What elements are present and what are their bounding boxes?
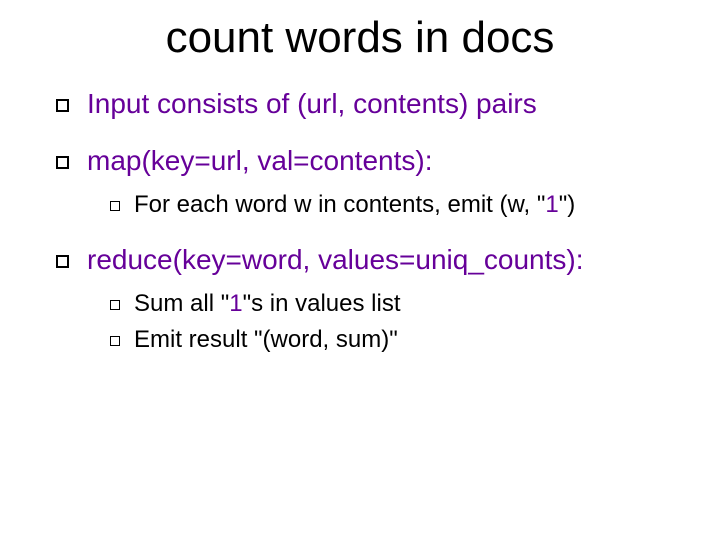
- square-subbullet-icon: [110, 201, 120, 211]
- bullet-input-pairs: Input consists of (url, contents) pairs: [56, 86, 672, 121]
- text-reduce: reduce(key=word, values=uniq_counts):: [87, 242, 584, 277]
- subbullet-map-emit: For each word w in contents, emit (w, "1…: [110, 190, 672, 220]
- square-bullet-icon: [56, 156, 69, 169]
- slide-body: Input consists of (url, contents) pairs …: [0, 62, 720, 355]
- text-map-emit: For each word w in contents, emit (w, "1…: [134, 190, 575, 220]
- bullet-reduce: reduce(key=word, values=uniq_counts):: [56, 242, 672, 277]
- slide-title: count words in docs: [0, 0, 720, 62]
- subbullet-reduce-emit: Emit result "(word, sum)": [110, 325, 672, 355]
- bullet-map: map(key=url, val=contents):: [56, 143, 672, 178]
- slide: count words in docs Input consists of (u…: [0, 0, 720, 540]
- text-reduce-emit: Emit result "(word, sum)": [134, 325, 398, 355]
- square-subbullet-icon: [110, 336, 120, 346]
- square-subbullet-icon: [110, 300, 120, 310]
- text-reduce-sum: Sum all "1"s in values list: [134, 289, 401, 319]
- square-bullet-icon: [56, 99, 69, 112]
- subbullet-reduce-sum: Sum all "1"s in values list: [110, 289, 672, 319]
- square-bullet-icon: [56, 255, 69, 268]
- text-map: map(key=url, val=contents):: [87, 143, 433, 178]
- text-input-pairs: Input consists of (url, contents) pairs: [87, 86, 537, 121]
